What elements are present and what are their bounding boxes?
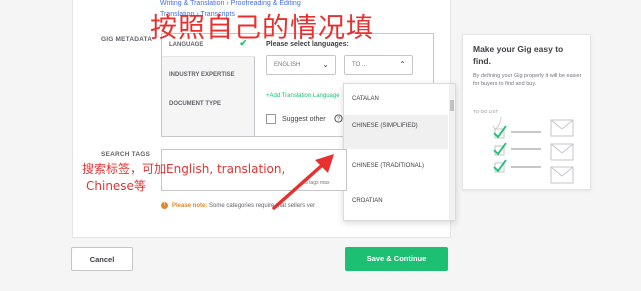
warning-icon: !: [161, 202, 168, 209]
note-prefix: Please note:: [172, 203, 208, 210]
tab-document-label: DOCUMENT TYPE: [169, 101, 222, 107]
scrollbar-thumb[interactable]: [450, 100, 454, 111]
checkbox[interactable]: [266, 114, 276, 124]
dropdown-option-catalan[interactable]: CATALAN: [344, 93, 448, 106]
svg-text:?: ?: [337, 116, 340, 122]
gig-metadata-label: GIG METADATA: [101, 36, 153, 43]
save-and-continue-button[interactable]: Save & Continue: [345, 247, 448, 271]
tip-card: Make your Gig easy to find. By defining …: [462, 34, 591, 190]
add-translation-language-link[interactable]: +Add Translation Language: [266, 93, 340, 99]
chevron-up-icon: ⌃: [399, 60, 406, 69]
cancel-button[interactable]: Cancel: [71, 247, 133, 271]
checklist-illustration: TO-DO LIST: [473, 109, 574, 184]
suggest-other-checkbox[interactable]: Suggest other: [266, 114, 326, 124]
metadata-tabs: LANGUAGE ✔ INDUSTRY EXPERTISE DOCUMENT T…: [162, 34, 255, 136]
tip-title: Make your Gig easy to find.: [473, 44, 564, 66]
search-tags-label: SEARCH TAGS: [101, 151, 151, 158]
dropdown-option-chinese-traditional[interactable]: CHINESE (TRADITIONAL): [344, 155, 448, 189]
from-language-select[interactable]: ENGLISH ⌄: [266, 55, 336, 75]
doodle-label: TO-DO LIST: [473, 109, 498, 114]
to-language-select[interactable]: TO ... ⌃: [344, 55, 413, 75]
annotation-fill-in: 按照自己的情况填: [150, 13, 374, 44]
dropdown-scrollbar[interactable]: [449, 84, 455, 220]
suggest-other-label: Suggest other: [282, 115, 326, 123]
dropdown-option-croatian[interactable]: CROATIAN: [344, 195, 448, 208]
tip-body: By defining your Gig properly it will be…: [473, 73, 582, 87]
from-language-value: ENGLISH: [274, 62, 301, 68]
dropdown-option-chinese-simplified[interactable]: CHINESE (SIMPLIFIED): [344, 115, 448, 149]
help-icon[interactable]: ?: [334, 114, 343, 125]
to-language-placeholder: TO ...: [352, 62, 367, 68]
chevron-down-icon: ⌄: [322, 60, 329, 69]
annotation-arrow-icon: [272, 154, 334, 210]
tab-industry-label: INDUSTRY EXPERTISE: [169, 72, 235, 78]
language-dropdown[interactable]: CATALAN CHINESE (SIMPLIFIED) CHINESE (TR…: [343, 83, 456, 221]
